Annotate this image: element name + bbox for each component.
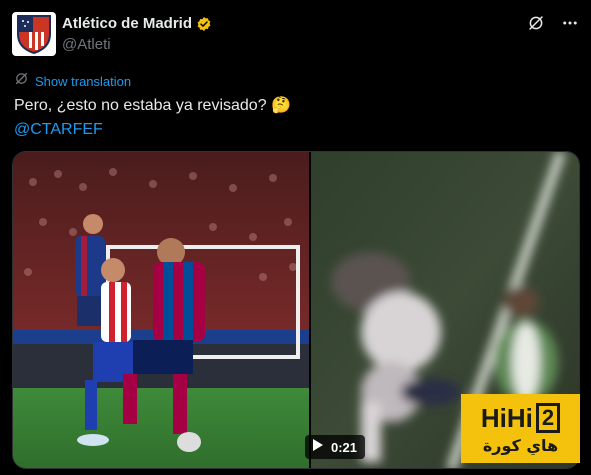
video-play-badge[interactable]: 0:21 bbox=[305, 435, 366, 459]
verified-badge-icon bbox=[196, 16, 212, 32]
mention-link[interactable]: @CTARFEF bbox=[14, 119, 103, 141]
more-icon[interactable] bbox=[561, 14, 579, 32]
handle[interactable]: @Atleti bbox=[62, 36, 111, 53]
watermark-text: HiHi bbox=[480, 402, 533, 433]
watermark-arabic-text: هاي كورة bbox=[482, 435, 559, 455]
football-photo[interactable] bbox=[13, 152, 309, 468]
grok-icon[interactable] bbox=[527, 14, 545, 32]
translate-icon bbox=[14, 71, 29, 91]
watermark-badge: 2 bbox=[535, 403, 561, 433]
play-icon bbox=[313, 438, 323, 456]
atletico-crest-logo bbox=[17, 15, 51, 54]
video-duration: 0:21 bbox=[331, 439, 358, 455]
show-translation-link[interactable]: Show translation bbox=[14, 71, 131, 91]
watermark-logo: HiHi 2 هاي كورة bbox=[461, 394, 580, 463]
avatar[interactable] bbox=[12, 12, 56, 56]
show-translation-label: Show translation bbox=[35, 73, 132, 89]
display-name[interactable]: Atlético de Madrid bbox=[62, 15, 192, 32]
name-row: Atlético de Madrid bbox=[62, 15, 212, 32]
tweet-header: Atlético de Madrid @Atleti bbox=[12, 12, 579, 56]
header-actions bbox=[527, 14, 579, 32]
tweet-text: Pero, ¿esto no estaba ya revisado? 🤔 bbox=[14, 97, 291, 114]
watermark-top: HiHi 2 bbox=[480, 402, 561, 434]
